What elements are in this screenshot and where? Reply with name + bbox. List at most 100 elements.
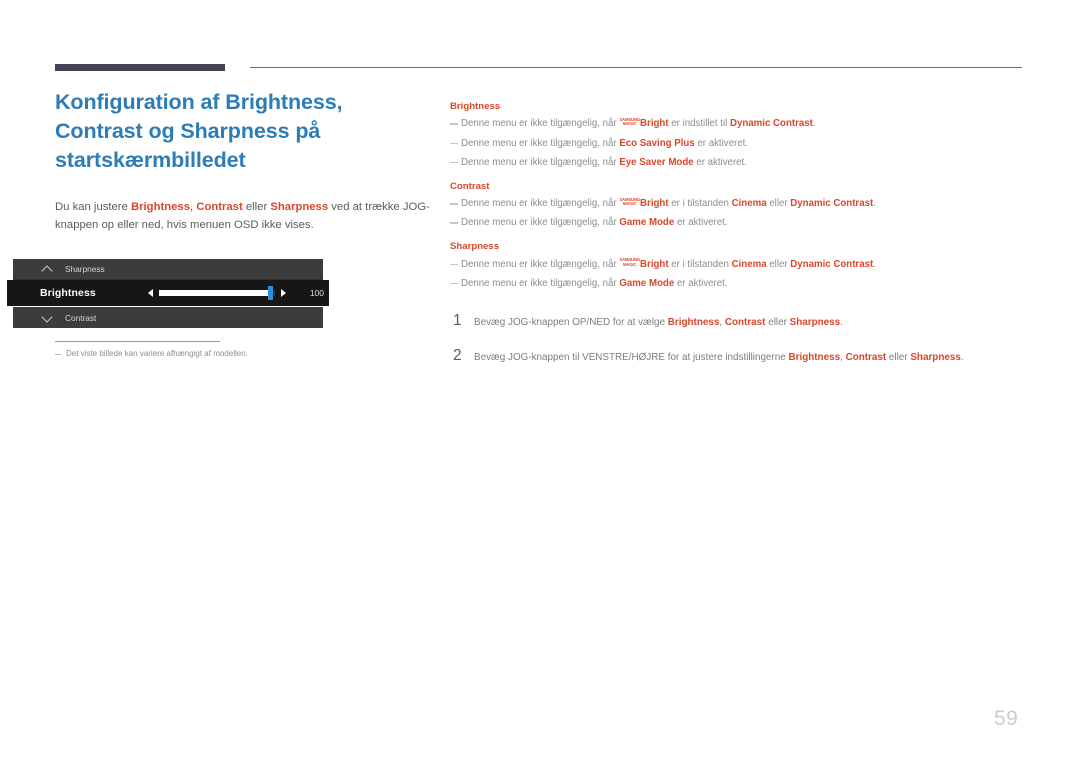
text-run: Denne menu er ikke tilgængelig, når [461, 277, 620, 289]
text-run: Denne menu er ikke tilgængelig, når [461, 198, 620, 210]
note-line: Denne menu er ikke tilgængelig, når SAMS… [450, 258, 1030, 272]
text-run: er aktiveret. [694, 137, 749, 149]
osd-row-label-sharpness: Sharpness [65, 264, 105, 274]
dash-bullet-icon [450, 263, 458, 266]
text-run: Denne menu er ikke tilgængelig, når [461, 137, 620, 149]
osd-menu-figure: Sharpness Brightness 100 Contrast [7, 259, 337, 328]
note-text: Denne menu er ikke tilgængelig, når SAMS… [461, 117, 1030, 131]
keyword: Brightness [130, 200, 190, 213]
text-run: er aktiveret. [693, 156, 747, 168]
slider-track[interactable] [159, 286, 275, 300]
slider-fill [159, 290, 270, 296]
keyword: Sharpness [789, 316, 841, 328]
note-text: Denne menu er ikke tilgængelig, når Game… [461, 277, 1030, 291]
keyword: Dynamic Contrast [729, 118, 813, 130]
text-run: er aktiveret. [674, 277, 728, 289]
header-accent-bar [55, 64, 225, 71]
slider-knob[interactable] [268, 286, 273, 300]
figure-note-text: Det viste billede kan variere afhængigt … [55, 349, 435, 358]
step-text: Bevæg JOG-knappen OP/NED for at vælge Br… [474, 313, 843, 329]
note-line: Denne menu er ikke tilgængelig, når Eco … [450, 137, 1030, 151]
note-line: Denne menu er ikke tilgængelig, når Game… [450, 277, 1030, 291]
keyword: Bright [640, 198, 669, 210]
intro-paragraph: Du kan justere Brightness, Contrast elle… [55, 198, 430, 235]
dash-bullet-icon [55, 354, 61, 356]
note-text: Denne menu er ikke tilgængelig, når Eco … [461, 137, 1030, 151]
figure-note-label: Det viste billede kan variere afhængigt … [66, 349, 248, 358]
text-run: Bevæg JOG-knappen til VENSTRE/HØJRE for … [474, 352, 789, 364]
text-run: Denne menu er ikke tilgængelig, når [461, 118, 620, 130]
text-run: er indstillet til [668, 118, 730, 130]
keyword: Bright [640, 258, 669, 270]
section-heading-sharpness: Sharpness [450, 241, 500, 253]
text-run: er aktiveret. [674, 217, 728, 229]
text-run: Denne menu er ikke tilgængelig, når [461, 217, 620, 229]
right-column: Brightness Denne menu er ikke tilgængelig… [450, 101, 1030, 384]
keyword: Bright [640, 118, 669, 130]
text-run: er i tilstanden [668, 198, 732, 210]
dash-bullet-icon [450, 142, 458, 145]
text-run: . [960, 352, 964, 364]
note-line: Denne menu er ikke tilgængelig, når Eye … [450, 156, 1030, 170]
osd-slider[interactable]: 100 [148, 280, 324, 306]
text-run: . [873, 198, 876, 210]
step-text: Bevæg JOG-knappen til VENSTRE/HØJRE for … [474, 348, 964, 364]
text-run: eller [766, 198, 791, 210]
step-number: 1 [453, 311, 462, 329]
note-line: Denne menu er ikke tilgængelig, når SAMS… [450, 117, 1030, 131]
note-text: Denne menu er ikke tilgængelig, når Game… [461, 216, 1030, 230]
header-rule [55, 64, 1022, 72]
keyword: Brightness [788, 352, 841, 364]
keyword: Contrast [845, 352, 887, 364]
keyword: Cinema [731, 198, 767, 210]
text-run: eller [242, 200, 271, 213]
keyword: Brightness [667, 316, 720, 328]
text-run: eller [765, 316, 790, 328]
figure-note: Det viste billede kan variere afhængigt … [55, 341, 435, 358]
page-title: Konfiguration af Brightness, Contrast og… [55, 90, 343, 173]
osd-row-contrast[interactable]: Contrast [13, 307, 323, 328]
text-run: eller [886, 352, 911, 364]
keyword: Eco Saving Plus [619, 137, 695, 149]
slider-increase-arrow-icon[interactable] [281, 289, 286, 297]
dash-bullet-icon [450, 123, 458, 126]
figure-note-rule [55, 341, 220, 342]
keyword: Game Mode [619, 217, 675, 229]
samsung-magic-logo: SAMSUNG MAGIC [619, 257, 641, 267]
slider-decrease-arrow-icon[interactable] [148, 289, 153, 297]
notes-sections: Brightness Denne menu er ikke tilgængelig… [450, 101, 1030, 291]
steps-list: 1 Bevæg JOG-knappen OP/NED for at vælge B… [450, 313, 1030, 365]
osd-row-label-contrast: Contrast [65, 312, 97, 323]
keyword: Dynamic Contrast [790, 258, 874, 270]
chevron-up-icon [41, 265, 55, 274]
osd-selected-label: Brightness [40, 287, 96, 299]
keyword: Cinema [731, 258, 767, 270]
dash-bullet-icon [450, 161, 458, 164]
slider-value: 100 [309, 288, 324, 298]
note-text: Denne menu er ikke tilgængelig, når SAMS… [461, 258, 1030, 272]
note-line: Denne menu er ikke tilgængelig, når Game… [450, 216, 1030, 230]
keyword: Game Mode [619, 277, 675, 289]
left-column: Konfiguration af Brightness, Contrast og… [55, 88, 435, 234]
page-number: 59 [994, 707, 1019, 730]
text-run: . [873, 258, 876, 270]
dash-bullet-icon [450, 203, 458, 205]
text-run: er i tilstanden [668, 258, 732, 270]
text-run: . [812, 118, 816, 130]
keyword: Contrast [724, 316, 766, 328]
keyword: Contrast [196, 200, 243, 213]
note-text: Denne menu er ikke tilgængelig, når Eye … [461, 156, 1030, 170]
step-item: 1 Bevæg JOG-knappen OP/NED for at vælge B… [450, 313, 1030, 329]
samsung-magic-logo: SAMSUNG MAGIC [619, 196, 641, 207]
text-run: Bevæg JOG-knappen OP/NED for at vælge [474, 316, 668, 328]
text-run: eller [766, 258, 791, 270]
note-text: Denne menu er ikke tilgængelig, når SAMS… [461, 197, 1030, 211]
osd-row-sharpness[interactable]: Sharpness [13, 259, 323, 280]
osd-row-brightness-selected[interactable]: Brightness 100 [7, 280, 329, 306]
note-line: Denne menu er ikke tilgængelig, når SAMS… [450, 197, 1030, 211]
text-run: Du kan justere [55, 200, 131, 213]
section-heading-brightness: Brightness [450, 101, 501, 112]
text-run: Denne menu er ikke tilgængelig, når [461, 258, 620, 270]
text-run: Denne menu er ikke tilgængelig, når [461, 156, 620, 168]
section-heading-contrast: Contrast [450, 180, 490, 192]
